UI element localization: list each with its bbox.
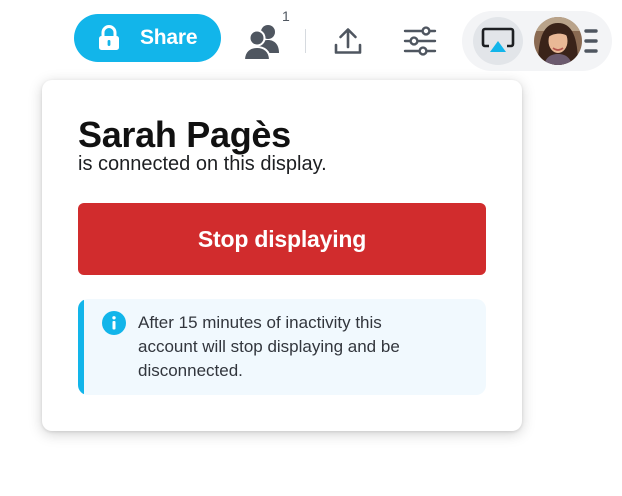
display-session-popover: Sarah Pagès is connected on this display…: [42, 80, 522, 431]
upload-button[interactable]: [328, 22, 368, 60]
toolbar-divider: [305, 29, 306, 53]
page: Share 1 Sarah Pagès is connected on this…: [0, 0, 622, 496]
avatar-photo: [534, 17, 582, 65]
user-name: Sarah Pagès: [78, 114, 291, 155]
display-button[interactable]: [473, 17, 523, 65]
info-accent-bar: [78, 299, 84, 395]
airplay-icon: [481, 27, 515, 52]
share-button[interactable]: Share: [74, 14, 221, 62]
stop-displaying-button[interactable]: Stop displaying: [78, 203, 486, 275]
inactivity-info-box: After 15 minutes of inactivity this acco…: [78, 299, 486, 395]
menu-icon: [584, 29, 598, 53]
connected-status-text: is connected on this display.: [78, 153, 327, 175]
members-button[interactable]: [240, 22, 284, 62]
settings-button[interactable]: [400, 22, 440, 60]
lock-icon: [99, 25, 119, 50]
members-count-badge: 1: [282, 8, 290, 24]
info-icon: [102, 311, 126, 335]
inactivity-info-text: After 15 minutes of inactivity this acco…: [138, 313, 400, 380]
users-icon: [242, 25, 279, 61]
sliders-icon: [403, 26, 437, 56]
share-button-label: Share: [140, 26, 198, 49]
upload-icon: [334, 28, 362, 54]
avatar[interactable]: [534, 17, 582, 65]
menu-button[interactable]: [580, 27, 602, 55]
